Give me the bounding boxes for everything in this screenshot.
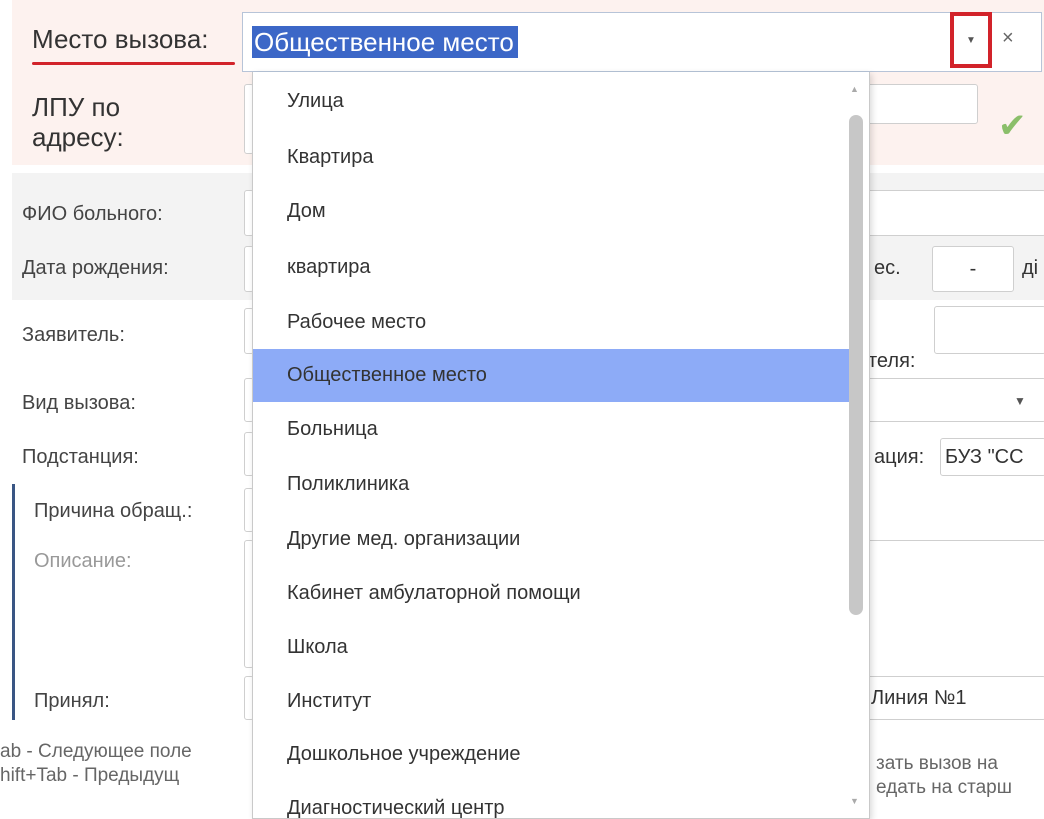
dropdown-option[interactable]: Общественное место: [253, 349, 849, 402]
reason-label: Причина обращ.:: [34, 500, 193, 522]
days-label-fragment: ді: [1022, 257, 1039, 279]
dropdown-option[interactable]: Улица: [253, 75, 849, 128]
dropdown-toggle-button[interactable]: ▼: [950, 12, 992, 68]
scroll-up-icon[interactable]: ▲: [850, 84, 859, 94]
description-label: Описание:: [34, 550, 132, 572]
call-place-underline: [32, 62, 235, 65]
dropdown-option[interactable]: Больница: [253, 403, 849, 456]
organization-label-fragment: ация:: [874, 446, 925, 468]
dropdown-option[interactable]: Другие мед. организации: [253, 513, 849, 566]
accepted-line-field[interactable]: Линия №1: [866, 676, 1044, 720]
dropdown-option[interactable]: Рабочее место: [253, 296, 849, 349]
call-type-label: Вид вызова:: [22, 392, 136, 414]
hint-transfer: едать на старш: [876, 777, 1012, 798]
lpu-label: ЛПУ по адресу:: [32, 92, 124, 152]
scroll-down-icon[interactable]: ▼: [850, 796, 859, 806]
dropdown-option[interactable]: Дом: [253, 185, 849, 238]
applicant-label: Заявитель:: [22, 324, 125, 346]
call-type-caret-icon[interactable]: ▼: [1014, 394, 1026, 408]
dropdown-scrollbar-thumb[interactable]: [849, 115, 863, 615]
lpu-label-line1: ЛПУ по: [32, 92, 121, 122]
call-place-combobox-value[interactable]: Общественное место: [252, 26, 518, 58]
dropdown-option[interactable]: Поликлиника: [253, 458, 849, 511]
applicant-phone-field[interactable]: [934, 306, 1044, 354]
footer-hints-right: зать вызов на едать на старш: [876, 752, 1012, 800]
clear-button[interactable]: ×: [1002, 28, 1014, 48]
birth-date-label: Дата рождения:: [22, 257, 169, 279]
applicant-phone-label-fragment: теля:: [868, 350, 916, 372]
caret-down-icon: ▼: [966, 34, 976, 46]
dropdown-option[interactable]: Кабинет амбулаторной помощи: [253, 567, 849, 620]
reason-group-bar: [12, 484, 15, 720]
hint-prev-field: hift+Tab - Предыдущ: [0, 765, 180, 786]
check-icon[interactable]: ✔: [998, 106, 1027, 146]
footer-hints-left: ab - Следующее поле hift+Tab - Предыдущ: [0, 740, 192, 788]
description-divider: [866, 540, 1044, 541]
patient-name-field-right[interactable]: [866, 190, 1044, 236]
dropdown-option[interactable]: Диагностический центр: [253, 782, 849, 818]
dropdown-option[interactable]: Квартира: [253, 131, 849, 184]
months-label-fragment: ес.: [874, 257, 901, 279]
call-place-label: Место вызова:: [32, 24, 209, 54]
hint-show-call: зать вызов на: [876, 753, 998, 774]
lpu-code-field[interactable]: [866, 84, 978, 124]
hint-next-field: ab - Следующее поле: [0, 741, 192, 762]
dropdown-option[interactable]: квартира: [253, 241, 849, 294]
dropdown-option[interactable]: Дошкольное учреждение: [253, 728, 849, 781]
months-field[interactable]: -: [932, 246, 1014, 292]
call-place-dropdown-list[interactable]: Улица Квартира Дом квартира Рабочее место Общ…: [252, 72, 870, 819]
dropdown-option[interactable]: Школа: [253, 621, 849, 674]
accepted-by-label: Принял:: [34, 690, 110, 712]
close-icon: ×: [1002, 27, 1014, 49]
organization-field[interactable]: БУЗ "СС: [940, 438, 1044, 476]
lpu-label-line2: адресу:: [32, 122, 124, 152]
patient-name-label: ФИО больного:: [22, 203, 163, 225]
dropdown-option[interactable]: Институт: [253, 675, 849, 728]
substation-label: Подстанция:: [22, 446, 139, 468]
